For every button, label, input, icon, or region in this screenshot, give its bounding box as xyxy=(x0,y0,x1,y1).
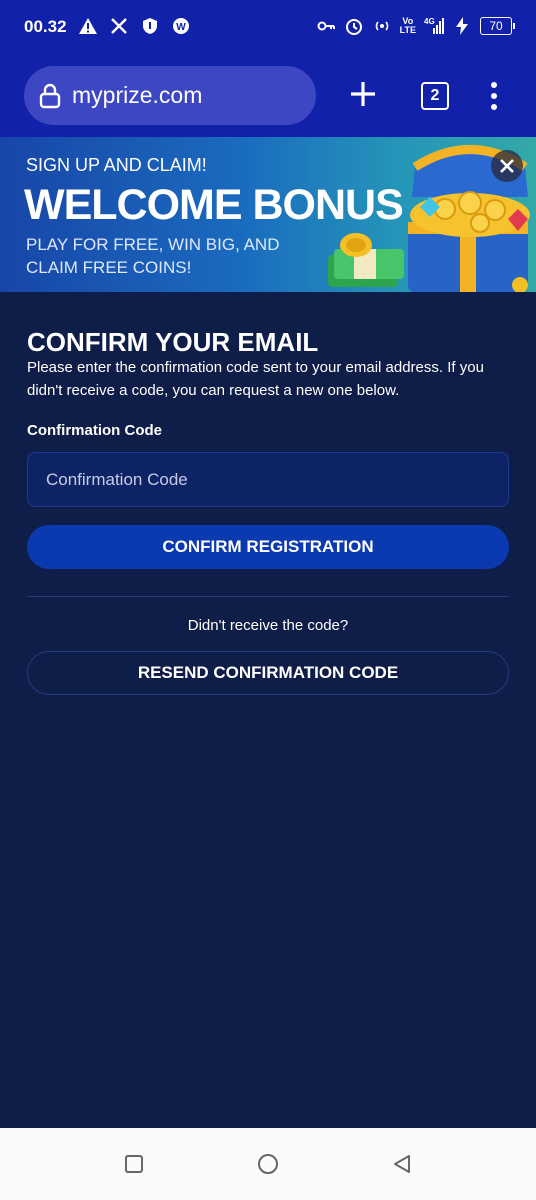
triangle-back-icon xyxy=(394,1155,410,1173)
banner-description: PLAY FOR FREE, WIN BIG, AND CLAIM FREE C… xyxy=(26,235,280,277)
url-text: myprize.com xyxy=(72,82,203,108)
close-icon xyxy=(500,159,514,173)
battery-icon: 70 xyxy=(480,17,515,35)
system-icons: Vo LTE 4G 70 xyxy=(316,16,515,36)
recents-button[interactable] xyxy=(120,1150,148,1178)
banner-close-button[interactable] xyxy=(491,150,523,182)
menu-dot xyxy=(491,82,497,88)
menu-dot xyxy=(491,104,497,110)
lock-icon xyxy=(39,83,61,108)
more-menu-button[interactable] xyxy=(484,80,504,112)
status-bar: 00.32 W Vo LTE 4G 70 xyxy=(0,0,536,56)
square-icon xyxy=(125,1155,143,1173)
browser-chrome: 00.32 W Vo LTE 4G 70 myprize.com 2 xyxy=(0,0,536,137)
x-app-icon xyxy=(109,16,129,36)
app-notification-icon: W xyxy=(171,16,191,36)
shield-icon xyxy=(140,16,160,36)
resend-code-button[interactable]: RESEND CONFIRMATION CODE xyxy=(27,651,509,695)
status-time: 00.32 xyxy=(24,17,67,36)
svg-text:4G: 4G xyxy=(424,17,435,26)
divider xyxy=(27,596,509,597)
warning-icon xyxy=(78,16,98,36)
confirm-registration-button[interactable]: CONFIRM REGISTRATION xyxy=(27,525,509,569)
resend-hint-text: Didn't receive the code? xyxy=(187,617,349,634)
banner-subtitle: SIGN UP AND CLAIM! xyxy=(26,155,207,175)
notification-icons: W xyxy=(78,16,191,36)
new-tab-button[interactable] xyxy=(347,78,379,110)
key-icon xyxy=(316,16,336,36)
home-button[interactable] xyxy=(254,1150,282,1178)
volte-label: Vo LTE xyxy=(399,16,416,35)
address-bar[interactable]: myprize.com xyxy=(24,66,316,125)
alarm-icon xyxy=(344,16,364,36)
confirmation-code-label: Confirmation Code xyxy=(27,422,162,439)
confirmation-code-input[interactable] xyxy=(27,452,509,507)
page-description: Please enter the confirmation code sent … xyxy=(27,359,484,399)
svg-text:W: W xyxy=(176,22,186,33)
hotspot-icon xyxy=(372,16,392,36)
system-navigation-bar xyxy=(0,1128,536,1200)
back-button[interactable] xyxy=(388,1150,416,1178)
menu-dot xyxy=(491,93,497,99)
circle-icon xyxy=(258,1154,278,1174)
welcome-bonus-banner[interactable]: SIGN UP AND CLAIM! WELCOME BONUS PLAY FO… xyxy=(0,137,536,292)
page-title: CONFIRM YOUR EMAIL xyxy=(27,327,319,357)
confirm-email-section: CONFIRM YOUR EMAIL Please enter the conf… xyxy=(0,292,536,1128)
charging-icon xyxy=(452,16,472,36)
signal-icon: 4G xyxy=(424,16,444,36)
tab-switcher-button[interactable]: 2 xyxy=(421,82,449,110)
